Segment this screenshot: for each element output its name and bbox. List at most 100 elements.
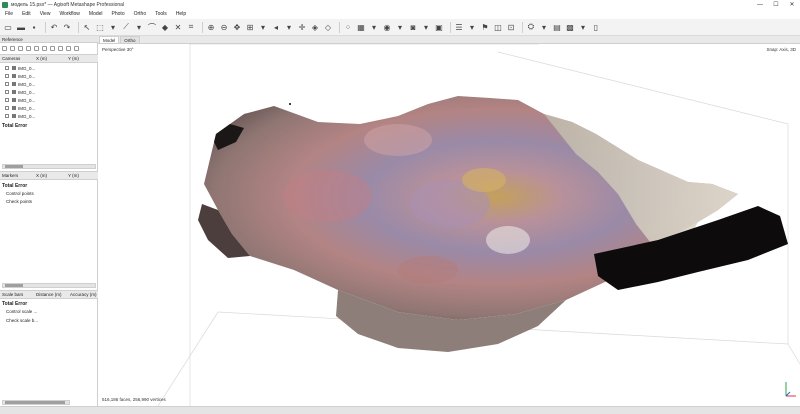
table-row[interactable]: IMG_0... — [0, 104, 98, 112]
menu-edit[interactable]: Edit — [22, 11, 31, 17]
scale-bars-scrollbar[interactable] — [2, 400, 70, 405]
reset-icon[interactable] — [74, 45, 79, 51]
y-column[interactable]: Y (m) — [66, 56, 96, 61]
control-points-item[interactable]: Control points — [6, 191, 34, 196]
check-scale-bars-item[interactable]: Check scale b... — [6, 318, 38, 323]
view-errors-icon[interactable] — [58, 45, 63, 51]
arrow-dropdown-icon[interactable]: ▾ — [284, 22, 294, 32]
accuracy-column[interactable]: Accuracy (m) — [68, 292, 98, 297]
transform-icon[interactable]: ◈ — [310, 22, 320, 32]
markers-column[interactable]: Markers — [0, 173, 34, 178]
texture-icon[interactable]: ◉ — [382, 22, 392, 32]
view-estimated-icon[interactable] — [50, 45, 55, 51]
settings-icon[interactable]: ▯ — [591, 22, 601, 32]
control-scale-bars-item[interactable]: Control scale ... — [6, 309, 37, 314]
optimize-icon[interactable] — [26, 45, 31, 51]
update-icon[interactable] — [34, 45, 39, 51]
cameras-column[interactable]: Cameras — [0, 56, 34, 61]
table-row[interactable]: IMG_0... — [0, 96, 98, 104]
scrollbar-thumb[interactable] — [5, 284, 23, 287]
table-row[interactable]: IMG_0... — [0, 72, 98, 80]
reset-view-icon[interactable]: ⊞ — [245, 22, 255, 32]
polyline-icon[interactable]: ⌒ — [147, 22, 157, 32]
view-source-icon[interactable] — [42, 45, 47, 51]
x-column[interactable]: X (m) — [34, 173, 66, 178]
tie-points-icon[interactable]: ⛭ — [526, 22, 536, 32]
mesh-icon[interactable]: ▦ — [356, 22, 366, 32]
point-cloud-icon[interactable]: ⁘ — [343, 22, 353, 32]
show-cameras-dropdown-icon[interactable]: ▾ — [421, 22, 431, 32]
orthomosaic-icon[interactable]: ▩ — [565, 22, 575, 32]
selection-dropdown-icon[interactable]: ▾ — [108, 22, 118, 32]
new-document-icon[interactable]: ▭ — [3, 22, 13, 32]
table-row[interactable]: IMG_0... — [0, 112, 98, 120]
measure-icon[interactable]: ◆ — [160, 22, 170, 32]
region-icon[interactable]: ◫ — [493, 22, 503, 32]
export-icon[interactable] — [10, 45, 15, 51]
crop-icon[interactable]: ⌗ — [186, 22, 196, 32]
checkbox[interactable] — [5, 66, 9, 70]
open-folder-icon[interactable]: ▬ — [16, 22, 26, 32]
scale-icon[interactable]: ◇ — [323, 22, 333, 32]
grid-icon[interactable]: ⊡ — [506, 22, 516, 32]
rotate-icon[interactable]: ✛ — [297, 22, 307, 32]
scrollbar-thumb[interactable] — [5, 401, 65, 404]
minimize-button[interactable]: — — [752, 0, 768, 9]
tab-ortho[interactable]: Ortho — [120, 36, 140, 43]
grid-dropdown-icon[interactable]: ▾ — [258, 22, 268, 32]
scale-bars-column[interactable]: Scale bars — [0, 292, 34, 297]
save-icon[interactable]: ▪ — [29, 22, 39, 32]
menu-ortho[interactable]: Ortho — [134, 11, 147, 17]
undo-icon[interactable]: ↶ — [49, 22, 59, 32]
cut-icon[interactable]: ✕ — [173, 22, 183, 32]
zoom-in-icon[interactable]: ⊕ — [206, 22, 216, 32]
model-viewport[interactable]: Perspective 30° Snap: Axis, 3D 516,186 f… — [98, 44, 800, 406]
check-points-item[interactable]: Check points — [6, 199, 32, 204]
cameras-scrollbar[interactable] — [2, 164, 96, 169]
scrollbar-thumb[interactable] — [5, 165, 23, 168]
menu-model[interactable]: Model — [89, 11, 103, 17]
flag-icon[interactable]: ⚑ — [480, 22, 490, 32]
menu-view[interactable]: View — [40, 11, 51, 17]
redo-icon[interactable]: ↷ — [62, 22, 72, 32]
maximize-button[interactable]: ☐ — [768, 0, 784, 9]
show-markers-icon[interactable]: ▣ — [434, 22, 444, 32]
rectangle-selection-icon[interactable]: ⬚ — [95, 22, 105, 32]
image-dropdown-icon[interactable]: ▾ — [578, 22, 588, 32]
navigate-icon[interactable]: ◂ — [271, 22, 281, 32]
x-column[interactable]: X (m) — [34, 56, 66, 61]
layers-dropdown-icon[interactable]: ▾ — [467, 22, 477, 32]
shape-dropdown-icon[interactable]: ▾ — [134, 22, 144, 32]
tab-model[interactable]: Model — [99, 36, 120, 43]
import-icon[interactable] — [2, 45, 7, 51]
menu-file[interactable]: File — [5, 11, 13, 17]
checkbox[interactable] — [5, 74, 9, 78]
table-row[interactable]: IMG_0... — [0, 88, 98, 96]
tiled-model-dropdown-icon[interactable]: ▾ — [395, 22, 405, 32]
close-button[interactable]: ✕ — [784, 0, 800, 9]
model-view-dropdown-icon[interactable]: ▾ — [369, 22, 379, 32]
reference-settings-icon[interactable] — [66, 45, 71, 51]
table-row[interactable]: IMG_0... — [0, 80, 98, 88]
dense-cloud-dropdown-icon[interactable]: ▾ — [539, 22, 549, 32]
menu-workflow[interactable]: Workflow — [59, 11, 79, 17]
model-scene[interactable] — [98, 44, 800, 406]
distance-column[interactable]: Distance (m) — [34, 292, 68, 297]
convert-icon[interactable] — [18, 45, 23, 51]
marker-point[interactable] — [289, 103, 291, 105]
menu-help[interactable]: Help — [176, 11, 186, 17]
table-row[interactable]: IMG_0... — [0, 64, 98, 72]
move-icon[interactable]: ✥ — [232, 22, 242, 32]
ruler-icon[interactable]: ⟋ — [121, 22, 131, 32]
checkbox[interactable] — [5, 114, 9, 118]
reference-tab[interactable]: Reference — [0, 36, 98, 43]
navigation-icon[interactable]: ↖ — [82, 22, 92, 32]
zoom-out-icon[interactable]: ⊖ — [219, 22, 229, 32]
shapes-icon[interactable]: ☰ — [454, 22, 464, 32]
checkbox[interactable] — [5, 106, 9, 110]
checkbox[interactable] — [5, 82, 9, 86]
checkbox[interactable] — [5, 90, 9, 94]
menu-tools[interactable]: Tools — [155, 11, 167, 17]
y-column[interactable]: Y (m) — [66, 173, 96, 178]
menu-photo[interactable]: Photo — [112, 11, 125, 17]
